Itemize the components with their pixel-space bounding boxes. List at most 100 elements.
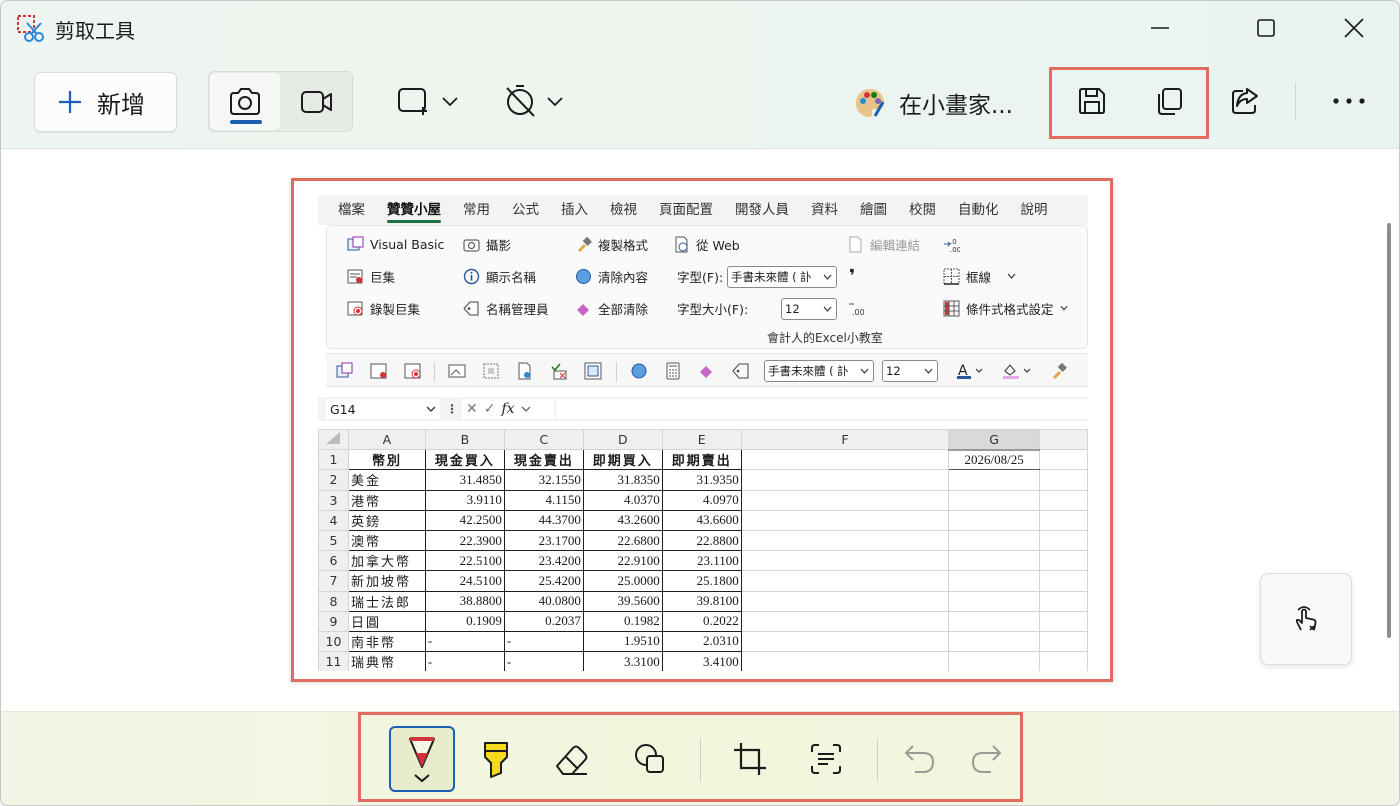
new-snip-button[interactable]: 新增 [34,72,177,132]
svg-text:.00: .00 [950,246,960,253]
snip-image-frame: 檔案 贊贊小屋 常用 公式 插入 檢視 頁面配置 開發人員 資料 繪圖 校閱 自… [291,178,1113,682]
chevron-down-icon [1060,305,1068,311]
name-manager-label: 名稱管理員 [486,301,549,317]
edit-in-paint-button[interactable]: 在小畫家... [853,83,1013,123]
undo-button[interactable] [887,726,953,792]
more-options-button[interactable] [1331,79,1367,123]
cell-spot-sell: 3.4100 [661,651,742,671]
screenshot-mode-button[interactable] [210,73,280,130]
toolbar-separator [1295,83,1296,119]
ballpoint-pen-icon [409,737,435,783]
check-list-icon [551,363,567,380]
cell-spot-sell: 43.6600 [661,509,742,531]
clear-content-item: 清除內容 [575,265,648,287]
svg-text:.00: .00 [852,308,864,317]
ballpoint-pen-button[interactable] [389,726,455,792]
camera-small-icon [463,239,480,251]
cell-date [948,651,1041,671]
decimal-icon: .00 [849,303,864,317]
chevron-down-icon [521,406,531,412]
increase-decimal-icon: .0.00 [943,233,960,255]
visual-basic-item: Visual Basic [347,233,444,255]
visual-basic-icon [336,362,353,378]
save-button[interactable] [1076,79,1108,123]
decimal-arrow-icon: .0.00 [944,238,960,253]
eraser-button[interactable] [539,726,605,792]
picture-icon [448,364,466,378]
window-title: 剪取工具 [55,19,135,43]
camera-icon [230,87,260,115]
table-row: 5 澳幣 22.3900 23.1700 22.6800 22.8800 [318,529,1088,552]
column-header: E [661,428,742,451]
vertical-scrollbar[interactable] [1387,223,1391,638]
photo-label: 攝影 [486,237,512,253]
paintbrush-icon [1053,362,1067,379]
cell-currency: 幣別 [347,449,426,471]
cell-spot-sell: 31.9350 [661,469,742,491]
row-header: 6 [318,550,349,572]
chevron-down-icon [547,97,563,107]
cell-empty [740,489,950,511]
row-header: 11 [318,651,349,671]
touch-writing-button[interactable] [1260,573,1352,665]
row-header: 3 [318,489,349,511]
format-painter-label: 複製格式 [598,237,649,253]
annotation-separator [877,738,878,782]
close-button[interactable] [1319,1,1389,55]
excel-tab: 校閱 [909,202,936,218]
video-mode-button[interactable] [282,73,352,130]
cell-date [948,630,1041,653]
corner-triangle-icon [326,432,341,445]
chevron-down-icon [426,406,436,412]
cell-date [948,590,1041,612]
snipping-tool-app-icon [17,15,44,42]
qat-separator [616,362,617,382]
cell-date [948,570,1041,592]
font-size-combo-value: 12 [785,302,800,316]
cell-empty [740,550,950,572]
delay-timer-dropdown[interactable] [504,79,564,123]
cell-empty [1039,529,1088,552]
minimize-icon [1151,27,1169,29]
snip-shape-dropdown[interactable] [397,79,459,123]
crop-icon [734,743,766,775]
cell-spot-sell: 0.2022 [661,610,742,632]
cell-cash-sell: 23.1700 [503,529,584,552]
record-macro-icon [347,301,363,315]
share-button[interactable] [1229,79,1261,123]
borders-label: 框線 [966,269,992,285]
redo-button[interactable] [953,726,1019,792]
chevron-down-icon [1007,273,1016,279]
maximize-icon [1257,19,1275,37]
text-actions-button[interactable] [793,726,859,792]
crop-button[interactable] [717,726,783,792]
conditional-format-icon [943,300,960,316]
copy-button[interactable] [1153,79,1185,123]
close-icon [1344,18,1364,38]
cell-date [948,469,1041,491]
cell-cash-buy: 3.9110 [424,489,505,511]
cell-currency: 美金 [347,469,426,491]
cell-cash-buy: 0.1909 [424,610,505,632]
highlighter-button[interactable] [463,726,529,792]
table-row: 6 加拿大幣 22.5100 23.4200 22.9100 23.1100 [318,550,1088,572]
save-copy-highlight [1049,67,1209,139]
annotation-toolbar [1,711,1399,805]
column-header-selected: G [948,428,1041,451]
excel-tab: 常用 [463,202,490,218]
maximize-button[interactable] [1231,1,1301,55]
cell-cash-sell: 32.1550 [503,469,584,491]
capture-mode-group [208,71,353,132]
timer-off-icon [506,85,535,117]
borders-item: 框線 [943,265,1016,287]
font-combo: 手書未來體 ( 訃 [727,266,837,288]
touch-hand-icon [1295,606,1317,631]
excel-tab-active: 贊贊小屋 [376,195,452,225]
minimize-button[interactable] [1125,1,1195,55]
column-header: C [503,428,584,451]
paint-palette-icon [856,89,885,117]
row-header: 10 [318,630,349,653]
shapes-button[interactable] [617,726,683,792]
text-actions-icon [811,744,841,774]
cell-date [948,610,1041,632]
